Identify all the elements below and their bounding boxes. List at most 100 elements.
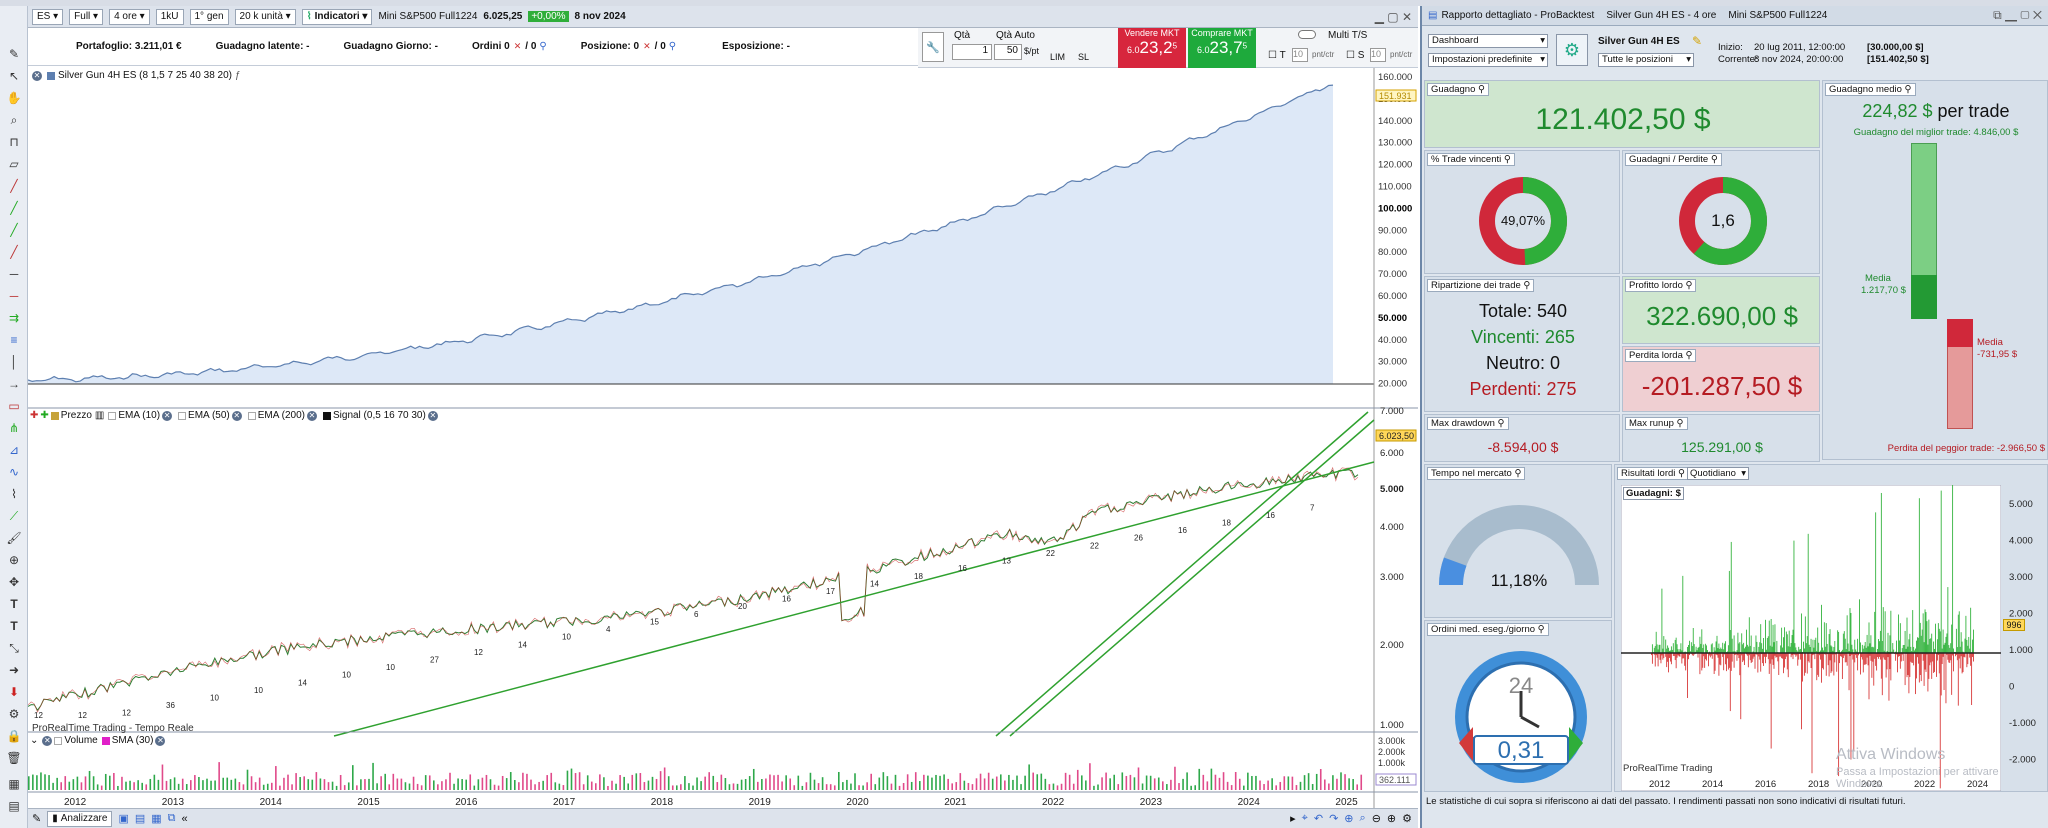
settings-icon[interactable]: ⚙ — [5, 706, 23, 722]
orders-per-day-title[interactable]: Ordini med. eseg./giorno ⚲ — [1427, 623, 1549, 636]
points-input[interactable]: 50 — [994, 44, 1022, 60]
chart-area[interactable]: 160.000150.000140.000130.000120.000110.0… — [28, 68, 1418, 810]
target-checkbox[interactable]: ☐ T — [1268, 50, 1286, 61]
channel-icon[interactable]: ⇉ — [5, 310, 23, 326]
redo-icon[interactable]: ↷ — [1329, 812, 1338, 825]
hline-red-icon[interactable]: ─ — [5, 288, 23, 304]
pane-add-green-icon[interactable]: ✚ — [40, 410, 48, 421]
tag-ema200-close-icon[interactable]: ✕ — [306, 410, 317, 421]
alert-arrow-icon[interactable]: ➜ — [5, 662, 23, 678]
lock-icon[interactable]: 🔒 — [5, 728, 23, 744]
wrench-icon[interactable]: 🔧 — [922, 32, 944, 62]
zoom-reset-icon[interactable]: ⊕ — [1344, 812, 1353, 825]
indicators-button[interactable]: ⌇ Indicatori ▾ — [301, 8, 373, 25]
gain-panel-title[interactable]: Guadagno ⚲ — [1427, 83, 1489, 96]
tag-ema50-close-icon[interactable]: ✕ — [231, 410, 242, 421]
gross-profit-title[interactable]: Profitto lordo ⚲ — [1625, 279, 1697, 292]
equity-close-icon[interactable]: ✕ — [32, 70, 42, 81]
orders-count[interactable]: Ordini 0 — [472, 41, 510, 52]
scroll-left-icon[interactable]: « — [182, 813, 188, 825]
results-period-select[interactable]: Quotidiano ▾ — [1687, 467, 1749, 480]
time-in-market-title[interactable]: Tempo nel mercato ⚲ — [1427, 467, 1526, 480]
target-icon[interactable]: ⊕ — [5, 552, 23, 568]
zoom-out-icon[interactable]: ⊖ — [1372, 812, 1381, 825]
chart-settings-icon[interactable]: ⚙ — [1402, 812, 1412, 825]
multi-ts-toggle[interactable] — [1298, 30, 1316, 39]
target-input[interactable]: 10 — [1292, 48, 1308, 62]
brush-icon[interactable]: 🖌 — [5, 530, 23, 546]
window-icon-3[interactable]: ▦ — [151, 812, 161, 825]
gross-results-title[interactable]: Risultati lordi ⚲ — [1617, 467, 1689, 480]
report-window-controls[interactable]: ⧉ ▁ ▢ ✕ — [1993, 8, 2042, 23]
runup-title[interactable]: Max runup ⚲ — [1625, 417, 1688, 430]
timeframe-select[interactable]: 4 ore ▾ — [109, 8, 150, 25]
positions-search-icon[interactable]: ⚲ — [669, 41, 676, 52]
hand-icon[interactable]: ✋ — [5, 90, 23, 106]
stop-loss-button[interactable]: SL — [1078, 52, 1089, 62]
units-select[interactable]: 20 k unità ▾ — [234, 8, 296, 25]
line-icon[interactable]: ╱ — [5, 200, 23, 216]
horizontal-line-icon[interactable]: ─ — [5, 266, 23, 282]
grid-icon[interactable]: ▦ — [5, 776, 23, 792]
volume-close-icon[interactable]: ✕ — [42, 735, 53, 746]
pencil-icon[interactable]: ✎ — [5, 46, 23, 62]
cursor-icon[interactable]: ↖ — [5, 68, 23, 84]
tag-sma30-close-icon[interactable]: ✕ — [155, 735, 166, 746]
undo-icon[interactable]: ↶ — [1314, 812, 1323, 825]
window-icon-2[interactable]: ▤ — [135, 812, 145, 825]
stop-input[interactable]: 10 — [1370, 48, 1386, 62]
tag-prezzo-settings-icon[interactable]: ▥ — [95, 410, 104, 421]
analyze-button[interactable]: ▮ Analizzare — [47, 810, 113, 827]
window-icon-1[interactable]: ▣ — [118, 812, 128, 825]
rectangle-icon[interactable]: ▭ — [5, 398, 23, 414]
fibonacci-icon[interactable]: ≡ — [5, 332, 23, 348]
function-icon[interactable]: ƒ — [235, 70, 241, 81]
window-controls[interactable]: ▁ ▢ ✕ — [1375, 10, 1412, 24]
polyline-icon[interactable]: ⌇ — [5, 486, 23, 502]
orders-search-icon[interactable]: ⚲ — [539, 41, 546, 52]
gann-icon[interactable]: ⊿ — [5, 442, 23, 458]
data-mode-select[interactable]: Full ▾ — [69, 8, 104, 25]
layout-icon[interactable]: ▤ — [5, 798, 23, 814]
tag-ema200[interactable]: EMA (200) ✕ — [247, 410, 319, 421]
buy-market-button[interactable]: Comprare MKT 6.023,75 — [1188, 28, 1256, 68]
tag-ema10[interactable]: EMA (10) ✕ — [108, 410, 174, 421]
edit-strategy-icon[interactable]: ✎ — [1692, 34, 1702, 48]
sell-arrow-icon[interactable]: ⬇ — [5, 684, 23, 700]
trade-split-title[interactable]: Ripartizione dei trade ⚲ — [1427, 279, 1535, 292]
ray-icon[interactable]: ╱ — [5, 222, 23, 238]
workspace-icon[interactable]: ✎ — [32, 812, 41, 825]
volume-collapse-icon[interactable]: ⌄ — [30, 735, 38, 746]
win-rate-title[interactable]: % Trade vincenti ⚲ — [1427, 153, 1515, 166]
wave-icon[interactable]: ∿ — [5, 464, 23, 480]
symbol-select[interactable]: ES ▾ — [32, 8, 64, 25]
regression-icon[interactable]: ⟋ — [5, 508, 23, 524]
stop-checkbox[interactable]: ☐ S — [1346, 50, 1364, 61]
drawdown-title[interactable]: Max drawdown ⚲ — [1427, 417, 1509, 430]
positions-filter-select[interactable]: Tutte le posizioni ▾ — [1598, 53, 1694, 67]
gross-loss-title[interactable]: Perdita lorda ⚲ — [1625, 349, 1697, 362]
trash-icon[interactable]: 🗑 — [5, 750, 23, 766]
equity-title[interactable]: Silver Gun 4H ES (8 1,5 7 25 40 38 20) — [58, 70, 232, 81]
move-icon[interactable]: ✥ — [5, 574, 23, 590]
window-icon-4[interactable]: ⧉ — [168, 812, 176, 825]
eraser-icon[interactable]: ▱ — [5, 156, 23, 172]
profit-loss-title[interactable]: Guadagni / Perdite ⚲ — [1625, 153, 1722, 166]
tag-ema10-close-icon[interactable]: ✕ — [162, 410, 173, 421]
qty-input[interactable]: 1 — [952, 44, 992, 60]
segment-icon[interactable]: ╱ — [5, 244, 23, 260]
zoom-in-icon[interactable]: ⊕ — [1387, 812, 1396, 825]
avg-gain-title[interactable]: Guadagno medio ⚲ — [1825, 83, 1916, 96]
pane-add-icon[interactable]: ✚ — [30, 410, 38, 421]
zoom-fit-icon[interactable]: ⌕ — [1360, 812, 1366, 825]
sell-market-button[interactable]: Vendere MKT 6.023,25 — [1118, 28, 1186, 68]
strategy-icon[interactable]: ⚙ — [1556, 34, 1588, 66]
arrow-icon[interactable]: → — [5, 376, 23, 392]
text-icon[interactable]: T — [5, 596, 23, 612]
cursor-mode-icon[interactable]: ⌖ — [1302, 812, 1308, 825]
scroll-right-icon[interactable]: ▸ — [1290, 812, 1296, 825]
pitchfork-icon[interactable]: ⋔ — [5, 420, 23, 436]
limit-order-button[interactable]: LIM — [1050, 52, 1065, 62]
text-box-icon[interactable]: T — [5, 618, 23, 634]
tag-sma30[interactable]: SMA (30) ✕ — [101, 735, 168, 746]
